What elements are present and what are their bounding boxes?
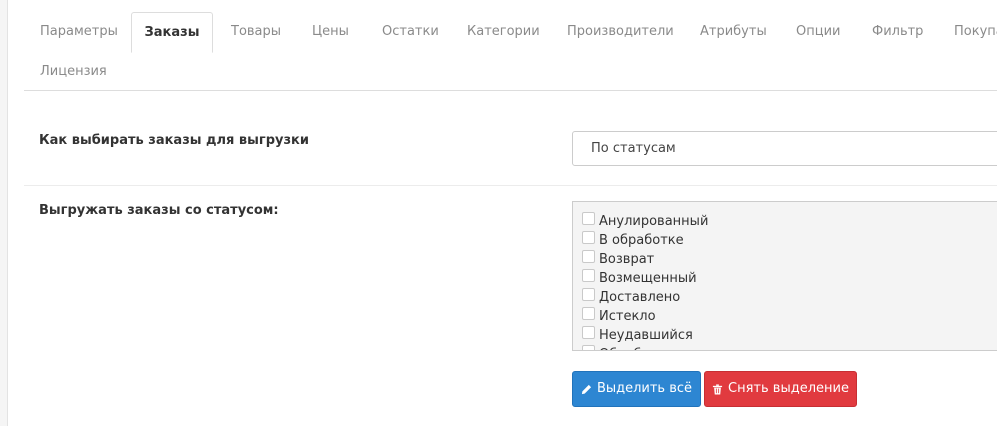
status-checkbox[interactable] — [582, 212, 595, 225]
status-option-label: Неудавшийся — [599, 328, 693, 343]
pencil-icon — [581, 384, 592, 394]
tab-buyers[interactable]: Покупа — [954, 12, 997, 52]
status-option[interactable]: Истекло — [582, 307, 997, 326]
left-panel-edge — [0, 0, 8, 426]
status-option[interactable]: Анулированный — [582, 212, 997, 231]
status-option[interactable]: Возврат — [582, 250, 997, 269]
tab-prices[interactable]: Цены — [312, 12, 349, 52]
tab-orders[interactable]: Заказы — [131, 12, 213, 53]
deselect-label: Снять выделение — [728, 381, 849, 396]
tab-bar: Параметры Заказы Товары Цены Остатки Кат… — [24, 12, 997, 91]
status-option-label: Истекло — [599, 309, 656, 324]
tab-attributes[interactable]: Атрибуты — [700, 12, 767, 52]
tab-manufacturers[interactable]: Производители — [567, 12, 674, 52]
status-checkbox[interactable] — [582, 231, 595, 244]
status-checkbox[interactable] — [582, 288, 595, 301]
select-all-button[interactable]: Выделить всё — [572, 371, 701, 407]
statuses-label: Выгружать заказы со статусом: — [39, 203, 279, 218]
status-option[interactable]: Возмещенный — [582, 269, 997, 288]
tab-parameters[interactable]: Параметры — [40, 12, 118, 52]
tab-options[interactable]: Опции — [796, 12, 840, 52]
status-checkbox[interactable] — [582, 326, 595, 339]
status-option-label: Возмещенный — [599, 271, 697, 286]
select-all-label: Выделить всё — [596, 381, 693, 396]
status-option-label: Анулированный — [599, 214, 709, 229]
status-option-label: Возврат — [599, 252, 655, 267]
status-checkbox-list[interactable]: Анулированный В обработке Возврат Возмещенн… — [572, 201, 997, 351]
status-option[interactable]: Доставлено — [582, 288, 997, 307]
status-option-label: В обработке — [599, 233, 684, 248]
select-mode-label: Как выбирать заказы для выгрузки — [39, 133, 309, 148]
tab-products[interactable]: Товары — [231, 12, 281, 52]
status-checkbox[interactable] — [582, 345, 595, 350]
tab-stock[interactable]: Остатки — [382, 12, 439, 52]
status-checkbox[interactable] — [582, 307, 595, 320]
status-option[interactable]: Неудавшийся — [582, 326, 997, 345]
row-divider — [24, 185, 997, 186]
tab-filter[interactable]: Фильтр — [872, 12, 923, 52]
status-option-label: Обработка — [599, 345, 673, 350]
status-checkbox[interactable] — [582, 250, 595, 263]
tab-categories[interactable]: Категории — [467, 12, 540, 52]
status-option[interactable]: Обработка — [582, 345, 997, 350]
tab-license[interactable]: Лицензия — [40, 52, 107, 92]
status-option-label: Доставлено — [599, 290, 681, 305]
select-mode-dropdown[interactable]: По статусам — [572, 131, 997, 166]
deselect-button[interactable]: Снять выделение — [704, 371, 857, 407]
status-checkbox[interactable] — [582, 269, 595, 282]
trash-icon — [712, 383, 723, 395]
status-option[interactable]: В обработке — [582, 231, 997, 250]
